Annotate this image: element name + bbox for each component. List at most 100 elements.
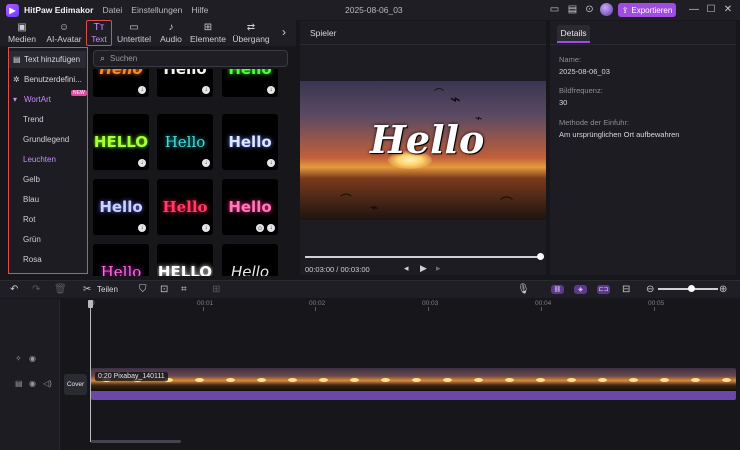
tab-label: AI-Avatar [46, 34, 82, 44]
menu-einstellungen[interactable]: Einstellungen [131, 5, 182, 15]
ruler-tick: 00:02 [309, 300, 326, 307]
download-icon: ↓ [267, 159, 275, 167]
custom-icon: ✲ [13, 75, 20, 84]
split-icon[interactable]: ✂ [83, 284, 91, 295]
tab-untertitel[interactable]: ▭ Untertitel [115, 20, 153, 46]
clip-frame [711, 368, 736, 391]
undo-icon[interactable]: ↶ [10, 284, 18, 295]
clip-frame [246, 368, 277, 391]
wordart-tile[interactable]: Hello ↓ [157, 114, 213, 170]
clip-frame [556, 368, 587, 391]
download-icon[interactable]: ⊙ [583, 3, 596, 16]
maximize-icon[interactable]: ☐ [704, 2, 718, 16]
clip-frame [215, 368, 246, 391]
sidebar-sub-gelb[interactable]: Gelb [23, 175, 40, 184]
cover-button[interactable]: Cover [64, 374, 87, 395]
clip-frame [308, 368, 339, 391]
feedback-icon[interactable]: ▤ [566, 3, 579, 16]
wordart-tile[interactable]: Hello ↓ [157, 179, 213, 235]
fit-icon[interactable]: ⊟ [622, 284, 630, 295]
menu-hilfe[interactable]: Hilfe [191, 5, 208, 15]
minimize-icon[interactable]: — [687, 2, 701, 16]
sidebar-item-label: Benutzerdefini... [24, 75, 82, 84]
tab-details[interactable]: Details [557, 25, 590, 43]
user-avatar[interactable] [600, 3, 613, 16]
wordart-tile[interactable]: Hello ↓ [157, 69, 213, 97]
sidebar-sub-trend[interactable]: Trend [23, 115, 44, 124]
wordart-tile[interactable]: HELLO ↓ [93, 114, 149, 170]
wordart-tile[interactable]: Hello [222, 244, 278, 276]
redo-icon[interactable]: ↷ [32, 284, 40, 295]
delete-icon[interactable]: 🗑 [54, 284, 67, 295]
link-icon[interactable]: ⛓ [551, 285, 564, 294]
wordart-tile[interactable]: Hello ↓ [222, 114, 278, 170]
playhead-handle[interactable] [88, 300, 93, 308]
chevron-right-icon[interactable]: › [282, 25, 286, 39]
video-preview[interactable]: ⌁ ⌒ ⌁ ⌒ ⌁ ⌒ Hello [300, 81, 546, 220]
tab-elemente[interactable]: ⊞ Elemente [189, 20, 227, 46]
app-logo-icon: ▶ [6, 3, 19, 17]
clip-frame [401, 368, 432, 391]
sidebar-sub-grundlegend[interactable]: Grundlegend [23, 135, 69, 144]
menu-datei[interactable]: Datei [102, 5, 122, 15]
play-icon[interactable]: ▶ [420, 263, 427, 274]
overlay-text[interactable]: Hello [370, 117, 484, 162]
wordart-tile[interactable]: Hello ✩ ↓ [222, 179, 278, 235]
playback-progress[interactable] [305, 256, 541, 258]
export-label: Exportieren [631, 5, 673, 15]
media-add-icon[interactable]: ⊞ [212, 284, 220, 295]
timeline-scrollbar[interactable] [91, 440, 181, 443]
magic-icon[interactable]: ✧ [15, 354, 22, 363]
speaker-icon[interactable]: ◁) [43, 379, 52, 388]
wordart-tile[interactable]: Hello ↓ [93, 179, 149, 235]
export-button[interactable]: ⇪ Exportieren [618, 3, 676, 17]
video-clip[interactable]: 0:20 Pixabay_140111 [91, 368, 736, 400]
wordart-tile[interactable]: Hello [93, 244, 149, 276]
wordart-tile[interactable]: Hello ↓ [222, 69, 278, 97]
previous-frame-icon[interactable]: ◂ [404, 263, 409, 274]
snap-icon[interactable]: ◈ [574, 285, 587, 294]
folder-icon: ▣ [17, 22, 27, 33]
sidebar-item-benutzerdefiniert[interactable]: ✲ Benutzerdefini... [9, 71, 86, 88]
text-box-icon[interactable]: ⊡ [160, 284, 168, 295]
wordart-tile[interactable]: Hello ↓ [93, 69, 149, 97]
close-icon[interactable]: ✕ [721, 2, 735, 16]
screen-icon[interactable]: ▭ [548, 3, 561, 16]
app-name: HitPaw Edimakor [24, 5, 94, 15]
sidebar-sub-gruen[interactable]: Grün [23, 235, 41, 244]
sidebar-sub-rosa[interactable]: Rosa [23, 255, 42, 264]
next-frame-icon[interactable]: ▸ [436, 263, 441, 274]
search-input[interactable] [110, 54, 271, 63]
wordart-preview: HELLO [157, 263, 213, 276]
tab-label: Übergang [232, 34, 270, 44]
zoom-handle[interactable] [688, 285, 695, 292]
microphone-icon[interactable]: 🎙 [517, 284, 530, 295]
framerate-value: 30 [559, 98, 568, 107]
tab-medien[interactable]: ▣ Medien [6, 20, 38, 46]
sidebar-item-label: Text hinzufügen [24, 55, 81, 64]
wordart-preview: Hello [163, 69, 207, 78]
eye-icon[interactable]: ◉ [29, 379, 36, 388]
progress-handle[interactable] [537, 253, 544, 260]
sidebar-sub-blau[interactable]: Blau [23, 195, 39, 204]
sidebar-sub-rot[interactable]: Rot [23, 215, 35, 224]
tab-ai-avatar[interactable]: ☺ AI-Avatar [44, 20, 84, 46]
trim-icon[interactable]: ⊏⊐ [597, 285, 610, 294]
ruler-mark [315, 307, 316, 311]
zoom-out-icon[interactable]: ⊖ [646, 284, 654, 295]
tab-text[interactable]: Tт Text [86, 20, 112, 46]
sidebar-sub-leuchten[interactable]: Leuchten [23, 155, 56, 164]
ruler-mark [203, 307, 204, 311]
tab-audio[interactable]: ♪ Audio [157, 20, 185, 46]
crop-icon[interactable]: ⌗ [181, 284, 187, 295]
music-note-icon: ♪ [168, 22, 174, 33]
tab-uebergang[interactable]: ⇄ Übergang [231, 20, 271, 46]
film-icon[interactable]: ▤ [15, 379, 23, 388]
wordart-tile[interactable]: HELLO [157, 244, 213, 276]
split-label[interactable]: Teilen [97, 285, 118, 294]
sidebar-item-text-hinzufuegen[interactable]: ▤ Text hinzufügen [9, 51, 86, 68]
playhead[interactable] [90, 300, 91, 442]
zoom-in-icon[interactable]: ⊕ [719, 284, 727, 295]
eye-icon[interactable]: ◉ [29, 354, 36, 363]
shield-icon[interactable]: ⛉ [139, 284, 147, 295]
